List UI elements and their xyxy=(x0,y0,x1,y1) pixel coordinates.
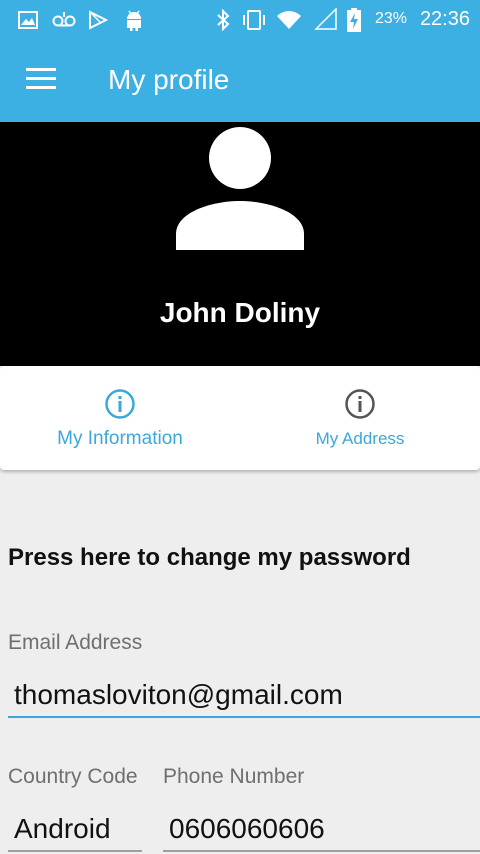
user-name: John Doliny xyxy=(159,297,321,328)
info-icon xyxy=(105,389,135,419)
email-field[interactable] xyxy=(14,676,480,714)
phone-number-field[interactable] xyxy=(169,810,480,848)
country-code-underline xyxy=(8,850,142,852)
status-bar: 23% 22:36 xyxy=(0,0,480,40)
app-bar: My profile xyxy=(0,40,480,122)
tab-label: My Information xyxy=(57,428,183,449)
country-code-label: Country Code xyxy=(8,765,138,788)
tab-bar: My Information My Address xyxy=(0,366,480,470)
hamburger-menu-icon[interactable] xyxy=(26,68,56,90)
voicemail-icon xyxy=(52,12,76,27)
wifi-icon xyxy=(277,11,301,29)
change-password-link[interactable]: Press here to change my password xyxy=(8,544,411,572)
battery-charging-icon xyxy=(347,8,361,32)
person-avatar-icon xyxy=(176,127,304,250)
signal-icon xyxy=(314,8,337,30)
email-underline xyxy=(8,716,480,718)
profile-header: John Doliny xyxy=(0,122,480,366)
country-code-field[interactable] xyxy=(14,810,142,848)
battery-percent: 23% xyxy=(375,10,408,27)
phone-number-underline xyxy=(163,850,480,852)
phone-number-label: Phone Number xyxy=(163,765,305,788)
vibrate-icon xyxy=(243,10,265,30)
bluetooth-icon xyxy=(217,9,230,31)
android-icon xyxy=(127,10,141,31)
email-label: Email Address xyxy=(8,631,143,654)
clock: 22:36 xyxy=(419,8,470,30)
play-store-icon xyxy=(89,10,108,30)
image-icon xyxy=(18,11,38,29)
tab-my-information[interactable]: My Information xyxy=(0,366,240,470)
tab-label: My Address xyxy=(315,429,405,448)
info-icon xyxy=(345,389,375,419)
tab-my-address[interactable]: My Address xyxy=(240,366,480,470)
page-title: My profile xyxy=(108,64,230,95)
